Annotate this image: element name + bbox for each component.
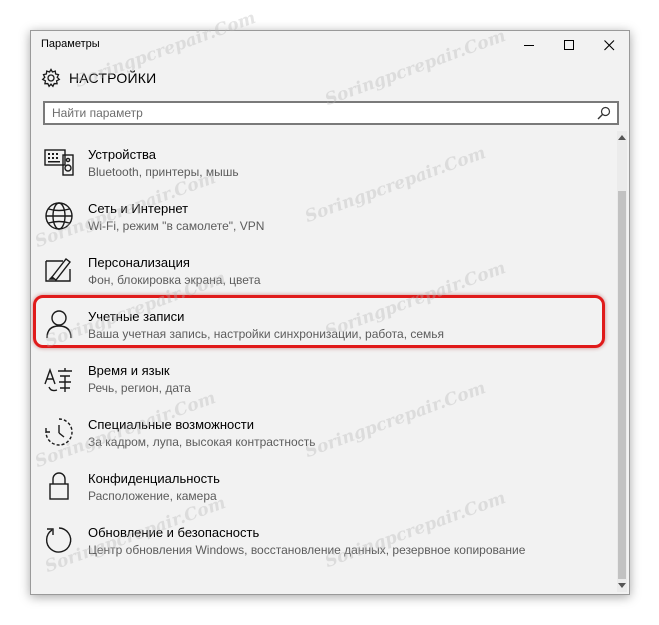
settings-item-update-security[interactable]: Обновление и безопасность Центр обновлен… [31, 516, 615, 570]
page-title: НАСТРОЙКИ [69, 70, 157, 86]
settings-item-description: Центр обновления Windows, восстановление… [88, 543, 526, 557]
settings-item-description: Фон, блокировка экрана, цвета [88, 273, 261, 287]
time-language-icon [44, 367, 72, 392]
gear-icon [41, 68, 61, 88]
settings-item-label: Сеть и Интернет [88, 201, 189, 216]
settings-item-label: Устройства [88, 147, 157, 162]
search-box[interactable] [43, 101, 619, 125]
settings-item-accounts[interactable]: Учетные записи Ваша учетная запись, наст… [31, 300, 615, 354]
close-icon [603, 39, 614, 50]
settings-item-description: Расположение, камера [88, 489, 217, 503]
lock-icon [49, 472, 69, 500]
settings-item-time-language[interactable]: Время и язык Речь, регион, дата [31, 354, 615, 408]
settings-window: Параметры НАСТРОЙКИ Найти параметр Устро… [30, 30, 630, 595]
maximize-button[interactable] [549, 31, 589, 59]
scroll-down-button[interactable] [617, 580, 627, 592]
settings-item-description: За кадром, лупа, высокая контрастность [88, 435, 316, 449]
settings-item-label: Персонализация [88, 255, 190, 270]
search-icon[interactable] [597, 106, 611, 120]
chevron-up-icon [618, 135, 626, 140]
maximize-icon [563, 39, 574, 50]
personalization-icon [45, 258, 71, 282]
settings-header: НАСТРОЙКИ [41, 67, 156, 89]
minimize-icon [523, 44, 534, 46]
scroll-up-button[interactable] [617, 131, 627, 143]
minimize-button[interactable] [509, 31, 549, 59]
search-input[interactable] [45, 103, 592, 123]
settings-item-description: Wi-Fi, режим "в самолете", VPN [88, 219, 265, 233]
devices-icon [44, 149, 74, 176]
settings-item-personalization[interactable]: Персонализация Фон, блокировка экрана, ц… [31, 246, 615, 300]
ease-of-access-icon [45, 418, 73, 446]
globe-icon [45, 202, 73, 230]
person-icon [46, 310, 72, 339]
settings-item-description: Bluetooth, принтеры, мышь [88, 165, 239, 179]
settings-item-label: Конфиденциальность [88, 471, 220, 486]
settings-item-label: Обновление и безопасность [88, 525, 260, 540]
scroll-thumb[interactable] [618, 191, 626, 579]
settings-item-privacy[interactable]: Конфиденциальность Расположение, камера [31, 462, 615, 516]
settings-item-description: Ваша учетная запись, настройки синхрониз… [88, 327, 445, 341]
chevron-down-icon [618, 583, 626, 588]
settings-item-ease-of-access[interactable]: Специальные возможности За кадром, лупа,… [31, 408, 615, 462]
settings-item-description: Речь, регион, дата [88, 381, 191, 395]
settings-item-network[interactable]: Сеть и Интернет Wi-Fi, режим "в самолете… [31, 192, 615, 246]
settings-item-label: Специальные возможности [88, 417, 254, 432]
settings-item-label: Учетные записи [88, 309, 185, 324]
settings-item-devices[interactable]: Устройства Bluetooth, принтеры, мышь [31, 138, 615, 192]
window-title: Параметры [41, 38, 100, 50]
settings-item-label: Время и язык [88, 363, 170, 378]
title-bar[interactable]: Параметры [31, 31, 629, 59]
vertical-scrollbar[interactable] [617, 131, 627, 592]
close-button[interactable] [589, 31, 629, 59]
update-icon [45, 527, 72, 553]
